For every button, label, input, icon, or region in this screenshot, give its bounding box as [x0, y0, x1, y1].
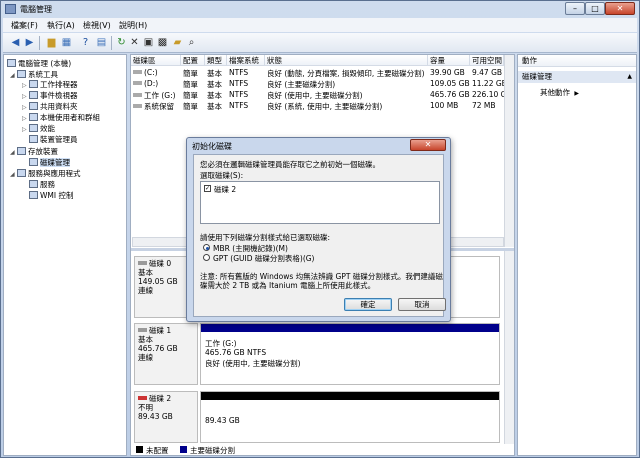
initialize-disk-dialog: 初始化磁碟 ✕ 您必須在邏輯磁碟管理員能存取它之前初始一個磁碟。 選取磁碟(S)…: [186, 137, 451, 322]
ok-button[interactable]: 確定: [344, 298, 392, 311]
cancel-button[interactable]: 取消: [398, 298, 446, 311]
modal-overlay: 初始化磁碟 ✕ 您必須在邏輯磁碟管理員能存取它之前初始一個磁碟。 選取磁碟(S)…: [0, 0, 640, 458]
partition-style-label: 請使用下列磁碟分割樣式給已選取磁碟:: [200, 233, 331, 242]
dialog-body: 您必須在邏輯磁碟管理員能存取它之前初始一個磁碟。 選取磁碟(S): ✓ 磁碟 2…: [193, 154, 446, 317]
disk-2-label[interactable]: 磁碟 2: [214, 184, 236, 195]
dialog-instruction: 您必須在邏輯磁碟管理員能存取它之前初始一個磁碟。: [200, 160, 380, 169]
disk-2-checkbox[interactable]: ✓: [204, 185, 211, 192]
gpt-radio[interactable]: [203, 254, 210, 261]
dialog-note-line-2: 碟需大於 2 TB 或為 Itanium 電腦上所使用此樣式。: [200, 281, 376, 290]
mbr-radio[interactable]: [203, 244, 210, 251]
gpt-radio-label[interactable]: GPT (GUID 磁碟分割表格)(G): [213, 253, 315, 264]
disk-listbox[interactable]: ✓ 磁碟 2: [200, 181, 440, 224]
select-disk-label: 選取磁碟(S):: [200, 171, 244, 180]
dialog-close-button[interactable]: ✕: [410, 139, 446, 151]
dialog-title: 初始化磁碟: [192, 142, 232, 151]
